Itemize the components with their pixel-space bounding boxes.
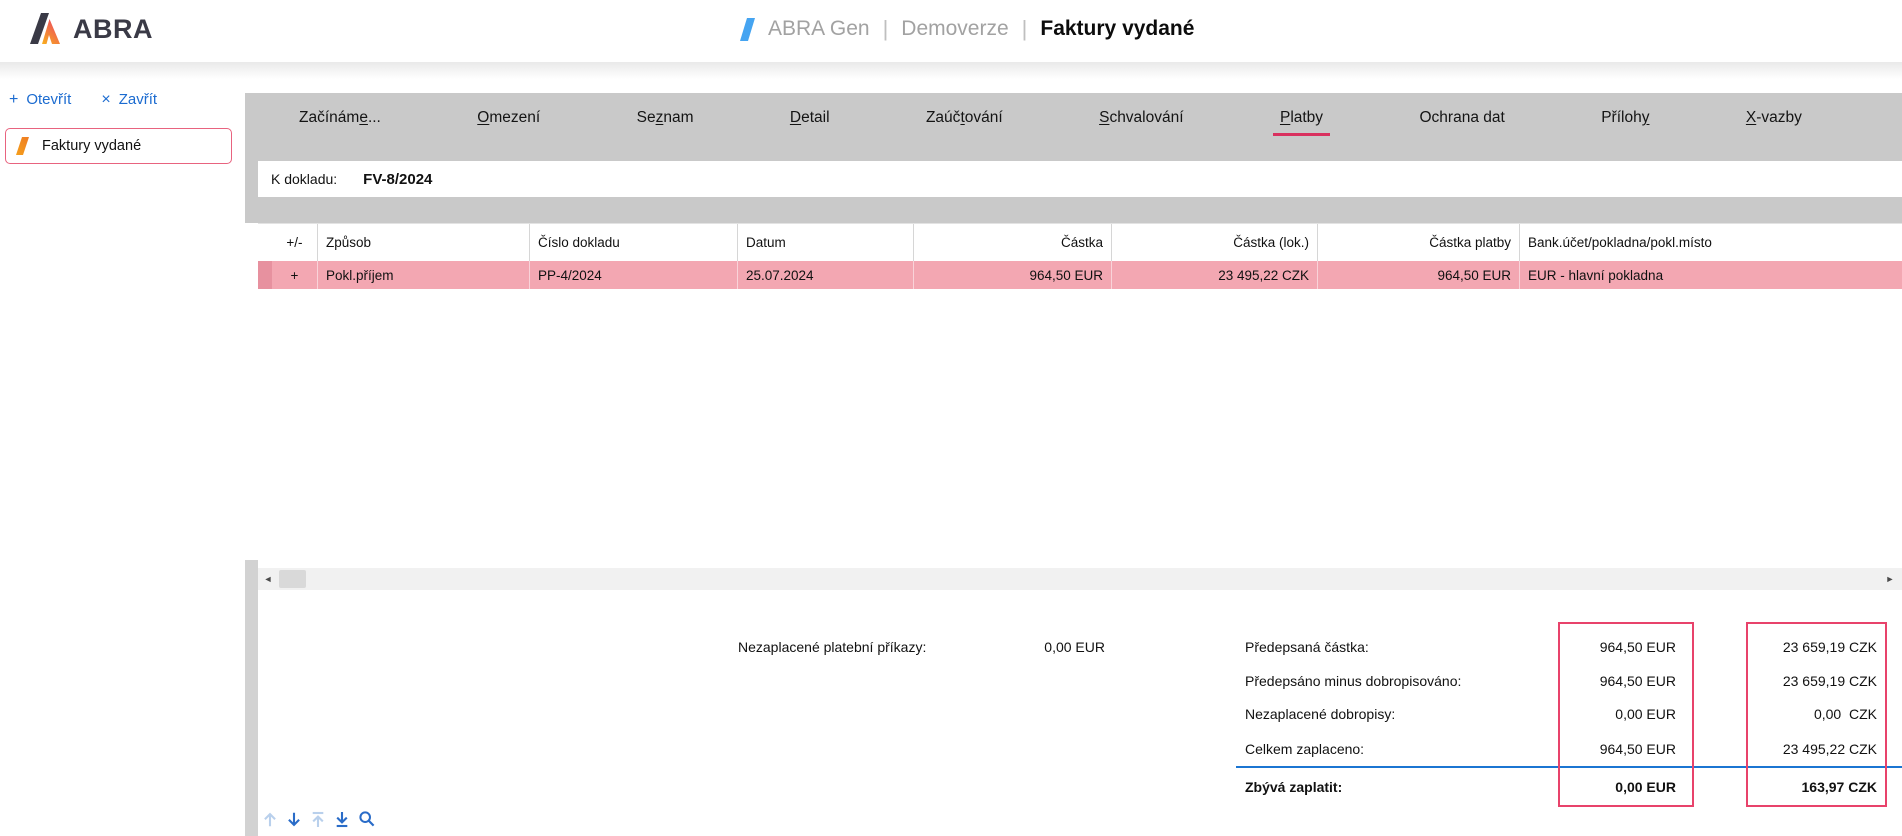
summary-label-minus-dobropisovano: Předepsáno minus dobropisováno: [1245,673,1461,689]
grid-header-indicator [258,224,272,261]
tab-zauctovani[interactable]: Zaúčtování [924,109,1005,127]
scroll-left-arrow-icon[interactable]: ◄ [258,568,278,590]
scroll-right-arrow-icon[interactable]: ► [1880,568,1900,590]
unpaid-orders-value: 0,00 EUR [950,639,1105,655]
sidebar-actions: + Otevřít × Zavřít [9,91,157,108]
tab-seznam[interactable]: Seznam [635,109,696,127]
tab-schvalovani[interactable]: Schvalování [1097,109,1185,127]
column-header-castka-lok[interactable]: Částka (lok.) [1112,224,1318,261]
grid-left-gutter [245,560,258,836]
tab-platby[interactable]: Platby [1278,109,1325,127]
czk-amounts-highlight-box [1746,622,1887,807]
tab-detail[interactable]: Detail [788,109,832,127]
tab-omezeni[interactable]: Omezení [475,109,542,127]
cell-castka: 964,50 EUR [914,261,1112,289]
column-header-cislo-dokladu[interactable]: Číslo dokladu [530,224,738,261]
row-expander[interactable]: + [272,261,318,289]
summary-label-zbyva-zaplatit: Zbývá zaplatit: [1245,779,1342,795]
summary-label-nezaplacene-dobropisy: Nezaplacené dobropisy: [1245,706,1395,722]
abra-gen-window: ABRA ABRA Gen | Demoverze | Faktury vyda… [0,0,1902,836]
cell-castka-platby: 964,50 EUR [1318,261,1520,289]
summary-label-predepsana: Předepsaná částka: [1245,639,1369,655]
sidebar-item-label: Faktury vydané [42,138,141,154]
abra-logo-text: ABRA [73,14,153,44]
app-name: ABRA Gen [768,17,870,41]
page-title: Faktury vydané [1040,17,1194,41]
tab-prilohy[interactable]: Přílohy [1599,109,1651,127]
close-button-label: Zavřít [119,91,157,108]
payment-table-row[interactable]: + Pokl.příjem PP-4/2024 25.07.2024 964,5… [258,261,1902,289]
sidebar-item-faktury-vydane[interactable]: Faktury vydané [5,128,232,164]
move-up-icon[interactable] [262,811,278,828]
cell-castka-lok: 23 495,22 CZK [1112,261,1318,289]
edition-name: Demoverze [901,17,1008,41]
abra-logo-icon [30,13,66,44]
tab-ochrana-dat[interactable]: Ochrana dat [1417,109,1506,127]
title-slash-icon [740,18,755,41]
move-to-bottom-icon[interactable] [334,811,350,828]
row-selection-indicator [258,261,272,289]
grid-header-row: +/- Způsob Číslo dokladu Datum Částka Čá… [258,224,1902,261]
tab-x-vazby[interactable]: X-vazby [1744,109,1804,127]
column-header-bank-ucet[interactable]: Bank.účet/pokladna/pokl.místo [1520,224,1902,261]
column-header-datum[interactable]: Datum [738,224,914,261]
title-separator: | [1022,16,1028,42]
header-divider [0,62,1902,79]
cell-bank-ucet: EUR - hlavní pokladna [1520,261,1902,289]
doc-ref-label: K dokladu: [271,171,337,187]
horizontal-scrollbar[interactable]: ◄ ► [258,568,1902,590]
sidebar: + Otevřít × Zavřít Faktury vydané [0,79,245,836]
tab-bar: Začínáme... Omezení Seznam Detail Zaúčto… [245,93,1902,143]
unpaid-orders-label: Nezaplacené platební příkazy: [738,639,926,655]
tab-zaciname[interactable]: Začínáme... [297,109,383,127]
record-navigation-toolbar [262,810,376,828]
move-down-icon[interactable] [286,811,302,828]
cell-zpusob: Pokl.příjem [318,261,530,289]
payments-grid: +/- Způsob Číslo dokladu Datum Částka Čá… [258,223,1902,289]
open-button-label: Otevřít [26,91,71,108]
column-header-zpusob[interactable]: Způsob [318,224,530,261]
scrollbar-thumb[interactable] [279,570,306,588]
move-to-top-icon[interactable] [310,811,326,828]
open-button[interactable]: + Otevřít [9,91,71,108]
agenda-slash-icon [16,137,29,155]
plus-icon: + [9,92,18,108]
column-header-castka-platby[interactable]: Částka platby [1318,224,1520,261]
app-header: ABRA ABRA Gen | Demoverze | Faktury vyda… [0,0,1902,62]
title-separator: | [883,16,889,42]
window-title: ABRA Gen | Demoverze | Faktury vydané [740,16,1194,42]
cell-datum: 25.07.2024 [738,261,914,289]
column-header-castka[interactable]: Částka [914,224,1112,261]
eur-amounts-highlight-box [1558,622,1694,807]
close-icon: × [101,92,110,108]
summary-label-celkem-zaplaceno: Celkem zaplaceno: [1245,741,1364,757]
doc-ref-value: FV-8/2024 [363,171,432,188]
search-icon[interactable] [358,810,376,828]
column-header-expander[interactable]: +/- [272,224,318,261]
abra-logo: ABRA [30,13,153,44]
cell-cislo-dokladu: PP-4/2024 [530,261,738,289]
close-button[interactable]: × Zavřít [101,91,157,108]
document-reference-bar: K dokladu: FV-8/2024 [258,161,1902,197]
